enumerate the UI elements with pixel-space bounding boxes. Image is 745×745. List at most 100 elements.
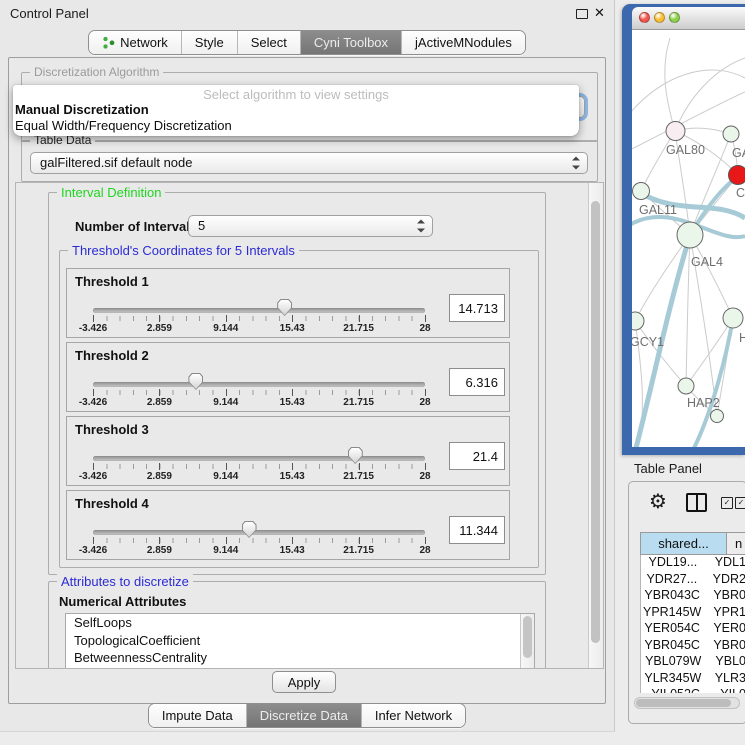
network-node[interactable] <box>678 378 694 394</box>
tab[interactable]: Discretize Data <box>246 704 361 727</box>
network-node[interactable] <box>632 312 644 330</box>
popup-option[interactable]: Equal Width/Frequency Discretization <box>13 118 579 134</box>
cell-shared-name[interactable]: YLR345W <box>641 671 705 688</box>
slider-track[interactable] <box>93 308 425 313</box>
tick-label: -3.426 <box>79 323 107 334</box>
tick-label: 28 <box>419 397 430 408</box>
column-header-shared-name[interactable]: shared... <box>640 532 727 555</box>
close-icon[interactable]: ✕ <box>594 5 605 21</box>
network-node[interactable] <box>677 222 703 248</box>
split-view-icon[interactable] <box>686 493 707 512</box>
cell-shared-name[interactable]: YER054C <box>641 621 703 638</box>
slider-thumb[interactable] <box>277 299 292 316</box>
scrollbar-thumb[interactable] <box>523 616 532 658</box>
cell-shared-name[interactable]: YIL052C <box>641 687 710 693</box>
cell-name[interactable]: YDL1 <box>705 555 745 572</box>
slider-ticks <box>93 316 426 321</box>
table-row[interactable]: YBR043C YBR0 <box>641 588 745 605</box>
tab[interactable]: Cyni Toolbox <box>300 31 401 54</box>
network-graph[interactable]: GAL80GACGAL11GAL4GCY1HHAP2 <box>632 30 745 447</box>
cell-shared-name[interactable]: YPR145W <box>641 605 703 622</box>
slider-thumb[interactable] <box>242 521 257 538</box>
network-node[interactable] <box>666 122 685 141</box>
threshold-rows: Threshold 1 -3.4262.8599.14415.4321.7152… <box>60 251 538 567</box>
cell-shared-name[interactable]: YBR045C <box>641 638 703 655</box>
table-data-combobox[interactable]: galFiltered.sif default node <box>30 152 588 174</box>
cell-name[interactable]: YLR3 <box>705 671 745 688</box>
tick-mark <box>425 463 426 470</box>
cell-name[interactable]: YIL0 <box>710 687 745 693</box>
popup-hint: Select algorithm to view settings <box>13 85 579 102</box>
table-row[interactable]: YER054C YER0 <box>641 621 745 638</box>
tick-mark <box>93 463 94 470</box>
zoom-light-icon[interactable] <box>669 12 680 23</box>
tab[interactable]: Style <box>181 31 237 54</box>
checkbox-icon[interactable]: ✓ <box>735 497 745 509</box>
tab[interactable]: Select <box>237 31 300 54</box>
scrollbar-thumb[interactable] <box>636 699 731 707</box>
table-row[interactable]: YBR045C YBR0 <box>641 638 745 655</box>
threshold-value-input[interactable]: 14.713 <box>449 294 505 322</box>
list-scrollbar[interactable] <box>520 614 534 669</box>
tab[interactable]: Network <box>89 31 181 54</box>
tick-mark <box>159 389 160 396</box>
network-edge <box>665 38 675 131</box>
slider-track[interactable] <box>93 382 425 387</box>
network-node[interactable] <box>729 166 745 185</box>
network-node[interactable] <box>711 410 724 423</box>
cell-name[interactable]: YER0 <box>703 621 745 638</box>
table-row[interactable]: YPR145W YPR1 <box>641 605 745 622</box>
threshold-value-input[interactable]: 6.316 <box>449 368 505 396</box>
threshold-value-input[interactable]: 11.344 <box>449 516 505 544</box>
cell-name[interactable]: YPR1 <box>703 605 745 622</box>
table-row[interactable]: YBL079W YBL0 <box>641 654 745 671</box>
tab[interactable]: Impute Data <box>149 704 246 727</box>
threshold-value-input[interactable]: 21.4 <box>449 442 505 470</box>
threshold-slider[interactable]: -3.4262.8599.14415.4321.71528 <box>67 269 509 337</box>
network-node[interactable] <box>633 183 650 200</box>
network-window-titlebar[interactable] <box>632 7 745 30</box>
table-row[interactable]: YLR345W YLR3 <box>641 671 745 688</box>
network-node[interactable] <box>723 126 739 142</box>
checkbox-icon[interactable]: ✓ <box>721 497 733 509</box>
cell-name[interactable]: YDR2 <box>703 572 745 589</box>
tick-label: -3.426 <box>79 397 107 408</box>
network-canvas[interactable]: GAL80GACGAL11GAL4GCY1HHAP2 <box>632 30 745 447</box>
control-panel: Control Panel ✕ NetworkStyleSelectCyni T… <box>0 0 615 732</box>
threshold-slider[interactable]: -3.4262.8599.14415.4321.71528 <box>67 343 509 411</box>
threshold-slider[interactable]: -3.4262.8599.14415.4321.71528 <box>67 417 509 485</box>
cell-shared-name[interactable]: YDR27... <box>641 572 703 589</box>
slider-track[interactable] <box>93 530 425 535</box>
network-node[interactable] <box>723 308 743 328</box>
column-header-name[interactable]: n <box>727 532 745 555</box>
slider-thumb[interactable] <box>188 373 203 390</box>
tab[interactable]: jActiveMNodules <box>401 31 525 54</box>
cell-shared-name[interactable]: YBR043C <box>641 588 703 605</box>
table-data-group: Table Data galFiltered.sif default node <box>21 140 598 182</box>
cell-shared-name[interactable]: YBL079W <box>641 654 705 671</box>
apply-button[interactable]: Apply <box>272 671 336 693</box>
settings-scrollbar[interactable] <box>588 183 603 668</box>
float-icon[interactable] <box>576 9 588 19</box>
table-horizontal-scrollbar[interactable] <box>634 697 740 709</box>
number-of-intervals-combobox[interactable]: 5 <box>188 215 433 237</box>
gear-icon[interactable]: ⚙ <box>649 489 667 514</box>
list-item[interactable]: BetweennessCentrality <box>66 649 534 667</box>
cell-name[interactable]: YBR0 <box>703 638 745 655</box>
list-item[interactable]: SelfLoops <box>66 614 534 632</box>
table-row[interactable]: YDR27... YDR2 <box>641 572 745 589</box>
slider-track[interactable] <box>93 456 425 461</box>
slider-thumb[interactable] <box>348 447 363 464</box>
cell-shared-name[interactable]: YDL19... <box>641 555 705 572</box>
table-row[interactable]: YDL19... YDL1 <box>641 555 745 572</box>
close-light-icon[interactable] <box>639 12 650 23</box>
scrollbar-thumb[interactable] <box>591 201 600 643</box>
minimize-light-icon[interactable] <box>654 12 665 23</box>
popup-option[interactable]: Manual Discretization <box>13 102 579 118</box>
table-row[interactable]: YIL052C YIL0 <box>641 687 745 693</box>
cell-name[interactable]: YBR0 <box>703 588 745 605</box>
tab[interactable]: Infer Network <box>361 704 465 727</box>
threshold-slider[interactable]: -3.4262.8599.14415.4321.71528 <box>67 491 509 559</box>
list-item[interactable]: TopologicalCoefficient <box>66 632 534 650</box>
cell-name[interactable]: YBL0 <box>705 654 745 671</box>
